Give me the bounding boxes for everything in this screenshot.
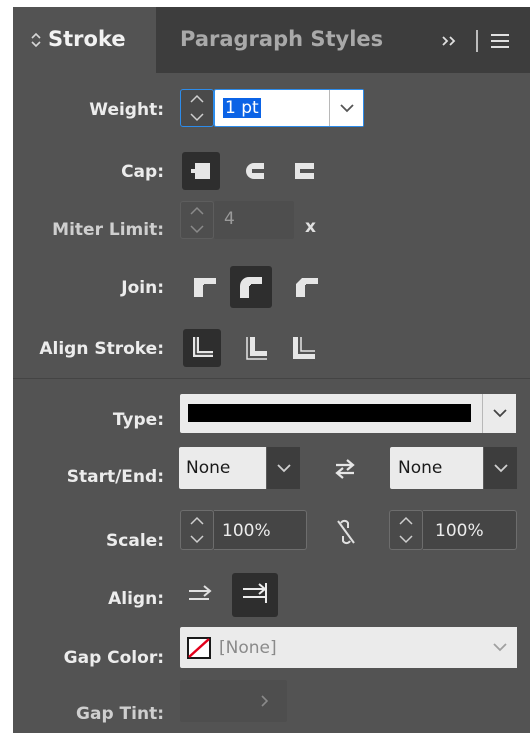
bevel-join-icon — [296, 278, 318, 297]
stepper-arrows-icon — [190, 94, 204, 122]
type-label: Type: — [112, 410, 164, 430]
start-dropdown-button[interactable] — [266, 447, 300, 489]
align-stroke-outside-icon — [293, 337, 315, 359]
align-stroke-outside-button[interactable] — [285, 329, 323, 367]
solid-line-preview — [188, 404, 471, 422]
end-dropdown-button[interactable] — [483, 447, 517, 489]
miter-limit-suffix: x — [305, 217, 316, 237]
gap-color-select[interactable]: [None] — [180, 627, 517, 668]
start-scale-input[interactable]: 100% — [214, 510, 307, 550]
chevron-down-icon — [493, 409, 507, 418]
expand-panels-icon[interactable] — [441, 35, 457, 47]
start-select[interactable]: None — [179, 447, 300, 489]
butt-cap-button[interactable] — [182, 152, 220, 190]
weight-stepper[interactable] — [180, 89, 214, 127]
start-scale-stepper[interactable] — [180, 510, 214, 550]
bevel-join-button[interactable] — [288, 268, 326, 306]
arrowhead-beyond-path-icon — [189, 585, 212, 600]
round-cap-button[interactable] — [236, 152, 274, 190]
projecting-cap-icon — [295, 163, 314, 179]
align-stroke-center-icon — [193, 337, 213, 357]
join-row: Join: — [13, 269, 164, 309]
align-arrowheads-outside-button[interactable] — [183, 576, 221, 614]
align-label: Align: — [108, 589, 164, 609]
tab-stroke-label: Stroke — [48, 27, 126, 51]
join-label: Join: — [121, 278, 164, 298]
unlink-chain-icon[interactable] — [335, 519, 357, 545]
align-stroke-row: Align Stroke: — [13, 330, 164, 370]
gap-tint-input[interactable] — [180, 680, 287, 722]
chevron-right-icon[interactable] — [260, 694, 270, 708]
scale-row: Scale: — [13, 522, 164, 562]
miter-limit-value[interactable]: 4 — [224, 209, 235, 229]
gap-color-dropdown-button[interactable] — [483, 627, 517, 668]
miter-limit-row: Miter Limit: — [13, 211, 164, 251]
end-scale-input[interactable]: 100% — [423, 510, 517, 550]
tab-bar: Stroke Paragraph Styles — [13, 7, 530, 73]
chevron-down-icon — [493, 643, 507, 652]
section-divider — [13, 378, 530, 379]
stepper-arrows-icon — [190, 206, 204, 234]
round-join-button[interactable] — [230, 266, 272, 308]
align-stroke-inside-icon — [246, 337, 267, 360]
gap-tint-label: Gap Tint: — [76, 704, 164, 724]
gap-color-label: Gap Color: — [63, 648, 164, 668]
tab-paragraph-styles[interactable]: Paragraph Styles — [156, 7, 396, 73]
collapse-arrows-icon[interactable] — [31, 32, 41, 48]
chevron-down-icon — [277, 464, 291, 473]
swap-arrows-icon[interactable] — [333, 458, 357, 480]
round-cap-icon — [246, 163, 264, 179]
align-stroke-label: Align Stroke: — [39, 339, 164, 359]
align-stroke-center-button[interactable] — [183, 329, 221, 367]
cap-row: Cap: — [13, 153, 164, 193]
none-swatch-icon — [187, 637, 211, 659]
stepper-arrows-icon — [399, 516, 413, 544]
panel-menu-icon[interactable] — [491, 33, 509, 49]
tab-divider — [476, 30, 478, 52]
start-value: None — [186, 458, 231, 478]
stroke-type-select[interactable] — [180, 394, 516, 433]
align-stroke-inside-button[interactable] — [237, 329, 275, 367]
start-scale-value[interactable]: 100% — [222, 521, 271, 541]
cap-label: Cap: — [121, 162, 164, 182]
tab-paragraph-styles-label: Paragraph Styles — [180, 27, 384, 51]
end-select[interactable]: None — [390, 447, 517, 489]
weight-dropdown-button[interactable] — [329, 90, 363, 126]
align-row: Align: — [13, 580, 164, 620]
scale-label: Scale: — [106, 531, 164, 551]
stroke-panel: Stroke Paragraph Styles Weight: 1 pt Cap… — [13, 7, 530, 733]
end-scale-stepper[interactable] — [389, 510, 423, 550]
arrowhead-inside-path-icon — [243, 583, 267, 603]
projecting-cap-button[interactable] — [286, 152, 324, 190]
chevron-down-icon — [494, 464, 508, 473]
weight-row: Weight: — [13, 91, 164, 131]
miter-limit-label: Miter Limit: — [52, 220, 164, 240]
stepper-arrows-icon — [190, 516, 204, 544]
gap-color-value: [None] — [219, 638, 277, 658]
tab-stroke[interactable]: Stroke — [13, 7, 156, 73]
butt-cap-icon — [191, 163, 210, 179]
stroke-type-dropdown-button[interactable] — [482, 394, 516, 433]
miter-join-icon — [194, 278, 216, 297]
start-end-label: Start/End: — [66, 467, 164, 487]
weight-label: Weight: — [89, 100, 164, 120]
end-value: None — [398, 458, 443, 478]
round-join-icon — [240, 277, 262, 298]
weight-value[interactable]: 1 pt — [223, 98, 261, 118]
miter-limit-input[interactable]: 4 — [214, 201, 294, 239]
gap-tint-row: Gap Tint: — [13, 695, 164, 733]
end-scale-value[interactable]: 100% — [435, 521, 484, 541]
gap-color-row: Gap Color: — [13, 639, 164, 679]
start-end-row: Start/End: — [13, 458, 164, 498]
align-arrowheads-inside-button[interactable] — [232, 573, 278, 617]
miter-join-button[interactable] — [186, 268, 224, 306]
type-row: Type: — [13, 401, 164, 441]
weight-input[interactable]: 1 pt — [214, 89, 364, 127]
chevron-down-icon — [340, 104, 354, 113]
miter-limit-stepper[interactable] — [180, 201, 214, 239]
